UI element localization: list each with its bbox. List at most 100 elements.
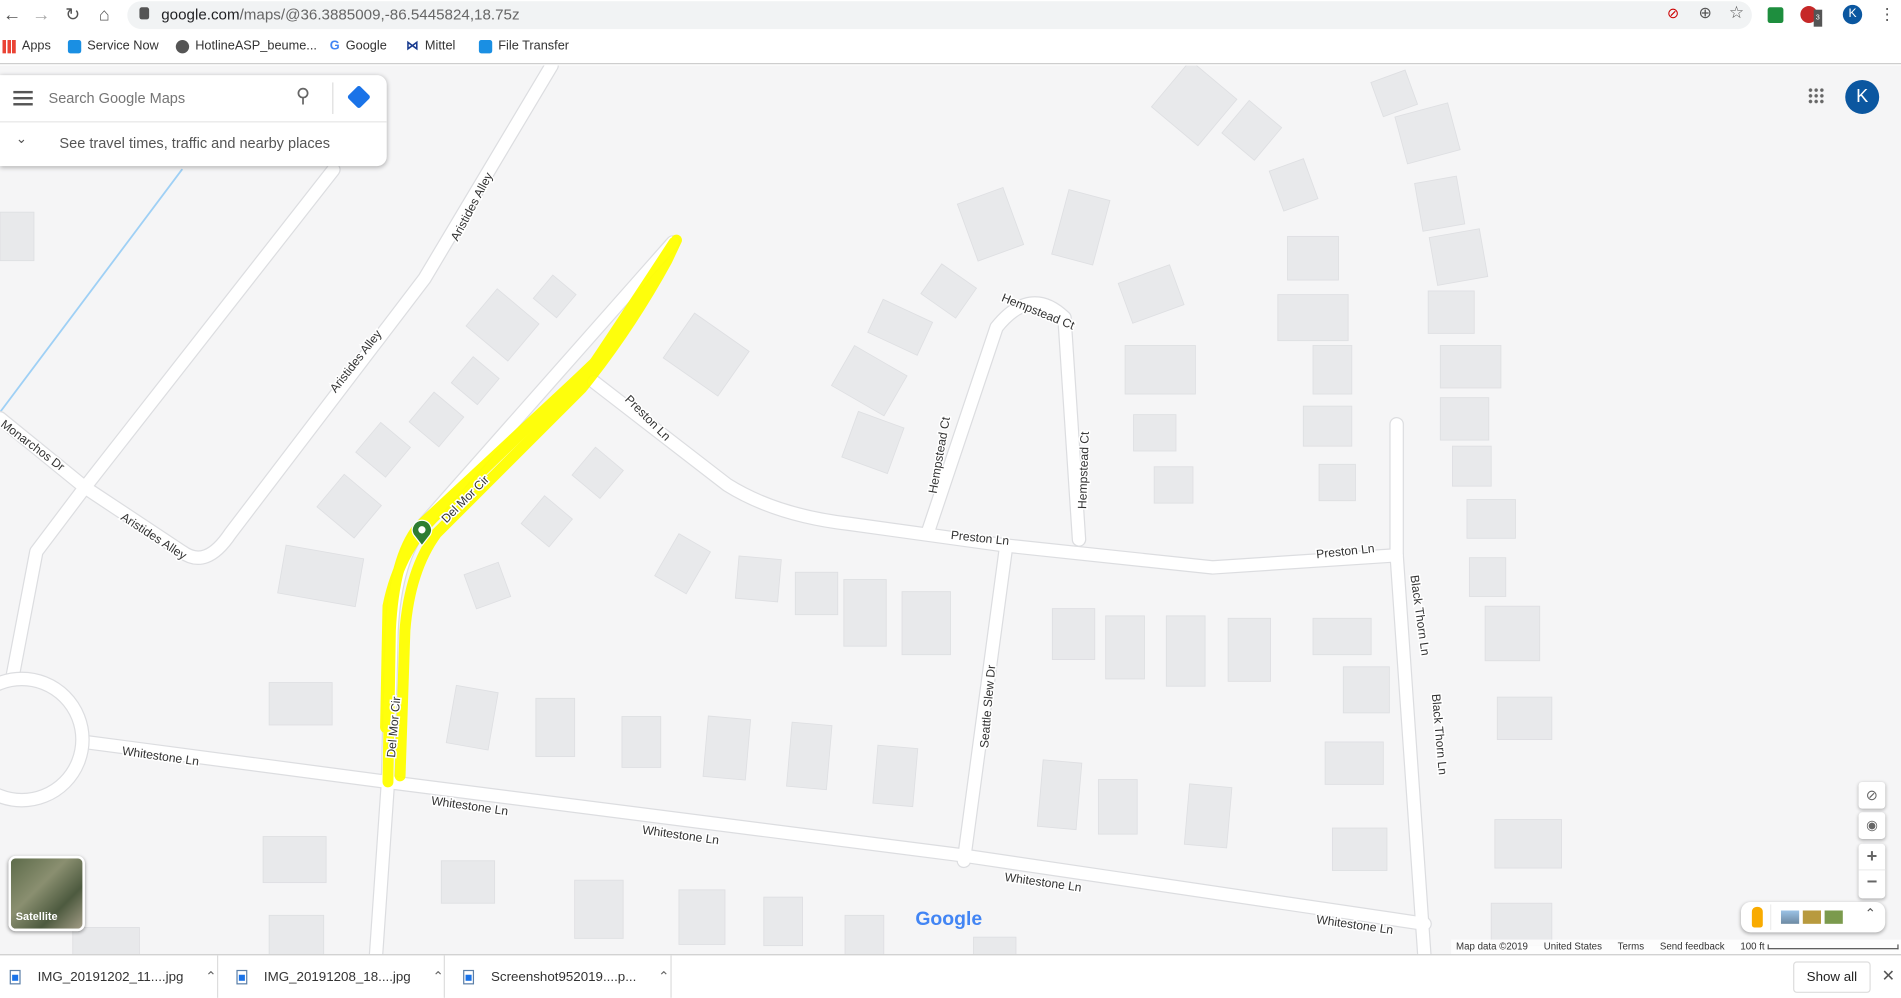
- bookmark-google[interactable]: G Google: [330, 39, 387, 54]
- home-button[interactable]: ⌂: [92, 4, 116, 28]
- building: [1342, 666, 1390, 714]
- building: [1439, 345, 1502, 389]
- imagery-thumb-2[interactable]: [1802, 910, 1821, 924]
- search-icon[interactable]: ⚲: [296, 84, 310, 108]
- bookmark-label: HotlineASP_beume...: [195, 38, 317, 54]
- download-item[interactable]: IMG_20191208_18....jpg ⌃: [236, 955, 445, 998]
- google-logo: Google: [915, 909, 983, 930]
- building: [277, 544, 365, 608]
- imagery-thumb-1[interactable]: [1780, 910, 1800, 924]
- bookmark-label: Service Now: [87, 38, 159, 54]
- street-label: Aristides Alley: [327, 327, 385, 396]
- building: [408, 391, 465, 448]
- building: [1451, 445, 1492, 487]
- hamburger-menu-icon[interactable]: [13, 90, 33, 106]
- building: [445, 684, 499, 751]
- bookmark-service-now[interactable]: Service Now: [67, 38, 159, 54]
- chevron-up-icon[interactable]: ⌃: [205, 969, 216, 985]
- translate-blocked-icon[interactable]: ⊘: [1667, 5, 1679, 22]
- bookmark-apps[interactable]: Apps: [2, 39, 51, 53]
- account-avatar[interactable]: K: [1845, 80, 1880, 114]
- street-label: Aristides Alley: [448, 169, 496, 243]
- close-icon[interactable]: ✕: [1882, 966, 1895, 985]
- layers-off-button[interactable]: ⊘: [1858, 781, 1886, 809]
- building: [1484, 605, 1541, 662]
- add-icon[interactable]: ⊕: [1699, 4, 1712, 23]
- forward-button[interactable]: →: [29, 4, 53, 28]
- zoom-out-button[interactable]: −: [1859, 870, 1886, 897]
- street-label: Black Thorn Ln: [1429, 693, 1450, 775]
- lock-icon: [139, 7, 150, 20]
- abp-extension-icon[interactable]: 3: [1800, 6, 1823, 27]
- b-icon: [67, 39, 82, 53]
- feedback-link[interactable]: Send feedback: [1660, 940, 1725, 955]
- bookmark-mittel[interactable]: ⋈ Mittel: [406, 39, 455, 54]
- map-canvas[interactable]: Aristides Alley Aristides Alley Monarcho…: [0, 65, 1901, 955]
- chevron-up-icon[interactable]: ⌃: [433, 969, 444, 985]
- pegman-icon[interactable]: [1751, 906, 1763, 928]
- street-label: Black Thorn Ln: [1407, 574, 1432, 656]
- my-location-button[interactable]: ◉: [1858, 812, 1886, 839]
- building: [843, 579, 887, 647]
- bookmark-label: File Transfer: [498, 38, 570, 54]
- scale-bar[interactable]: 100 ft: [1740, 940, 1899, 955]
- building: [1414, 175, 1466, 232]
- building: [901, 591, 951, 656]
- building: [1312, 345, 1353, 395]
- chevron-down-icon[interactable]: ⌄: [16, 131, 27, 147]
- travel-times-hint[interactable]: See travel times, traffic and nearby pla…: [59, 135, 330, 152]
- profile-avatar[interactable]: K: [1842, 4, 1863, 25]
- building: [920, 263, 978, 319]
- building: [956, 186, 1025, 262]
- chevron-up-icon[interactable]: ⌃: [658, 969, 669, 985]
- building: [1097, 779, 1138, 835]
- bookmark-label: Google: [345, 38, 387, 54]
- building: [440, 860, 496, 904]
- satellite-toggle[interactable]: Satellite: [8, 855, 85, 932]
- imagery-thumb-3[interactable]: [1824, 910, 1843, 924]
- building: [1428, 228, 1489, 286]
- building: [662, 312, 750, 397]
- building: [1331, 827, 1388, 871]
- bookmark-label: Mittel: [424, 38, 456, 54]
- building: [262, 836, 327, 884]
- building: [0, 211, 35, 262]
- road: [4, 162, 341, 687]
- show-all-button[interactable]: Show all: [1793, 961, 1871, 993]
- bookmark-file-transfer[interactable]: File Transfer: [478, 38, 570, 54]
- map-data-attribution: Map data ©2019: [1456, 940, 1528, 952]
- download-item[interactable]: Screenshot952019....p... ⌃: [463, 955, 672, 998]
- zoom-in-button[interactable]: +: [1858, 844, 1886, 871]
- address-bar[interactable]: google.com/maps/@36.3885009,-86.5445824,…: [127, 1, 1752, 30]
- menu-kebab-icon[interactable]: ⋮: [1879, 5, 1895, 24]
- download-item[interactable]: IMG_20191202_11....jpg ⌃: [9, 955, 219, 998]
- building: [1496, 696, 1553, 740]
- bookmark-star-icon[interactable]: ☆: [1729, 2, 1744, 23]
- building: [1370, 69, 1419, 118]
- back-button[interactable]: ←: [0, 4, 24, 28]
- bookmark-hotlineasp[interactable]: HotlineASP_beume...: [175, 38, 317, 54]
- building: [1183, 783, 1233, 849]
- road: [370, 775, 395, 955]
- globe-icon: [175, 39, 190, 53]
- google-apps-icon[interactable]: [1807, 87, 1825, 105]
- zoom-controls: + −: [1858, 843, 1886, 899]
- building: [268, 682, 333, 726]
- download-filename: Screenshot952019....p...: [491, 969, 637, 984]
- building: [72, 927, 140, 955]
- building: [1221, 99, 1283, 161]
- building: [734, 555, 782, 603]
- building: [1117, 264, 1185, 324]
- download-filename: IMG_20191202_11....jpg: [37, 969, 184, 984]
- search-input[interactable]: [48, 84, 285, 112]
- building: [1287, 235, 1339, 281]
- reload-button[interactable]: ↻: [61, 4, 85, 28]
- extension-icon[interactable]: [1767, 7, 1784, 24]
- region-link[interactable]: United States: [1544, 940, 1602, 955]
- directions-icon[interactable]: [346, 84, 371, 109]
- expand-icon[interactable]: ⌃: [1865, 906, 1876, 922]
- building: [1227, 617, 1271, 682]
- terms-link[interactable]: Terms: [1618, 940, 1644, 955]
- building: [268, 914, 325, 955]
- building: [1466, 499, 1516, 539]
